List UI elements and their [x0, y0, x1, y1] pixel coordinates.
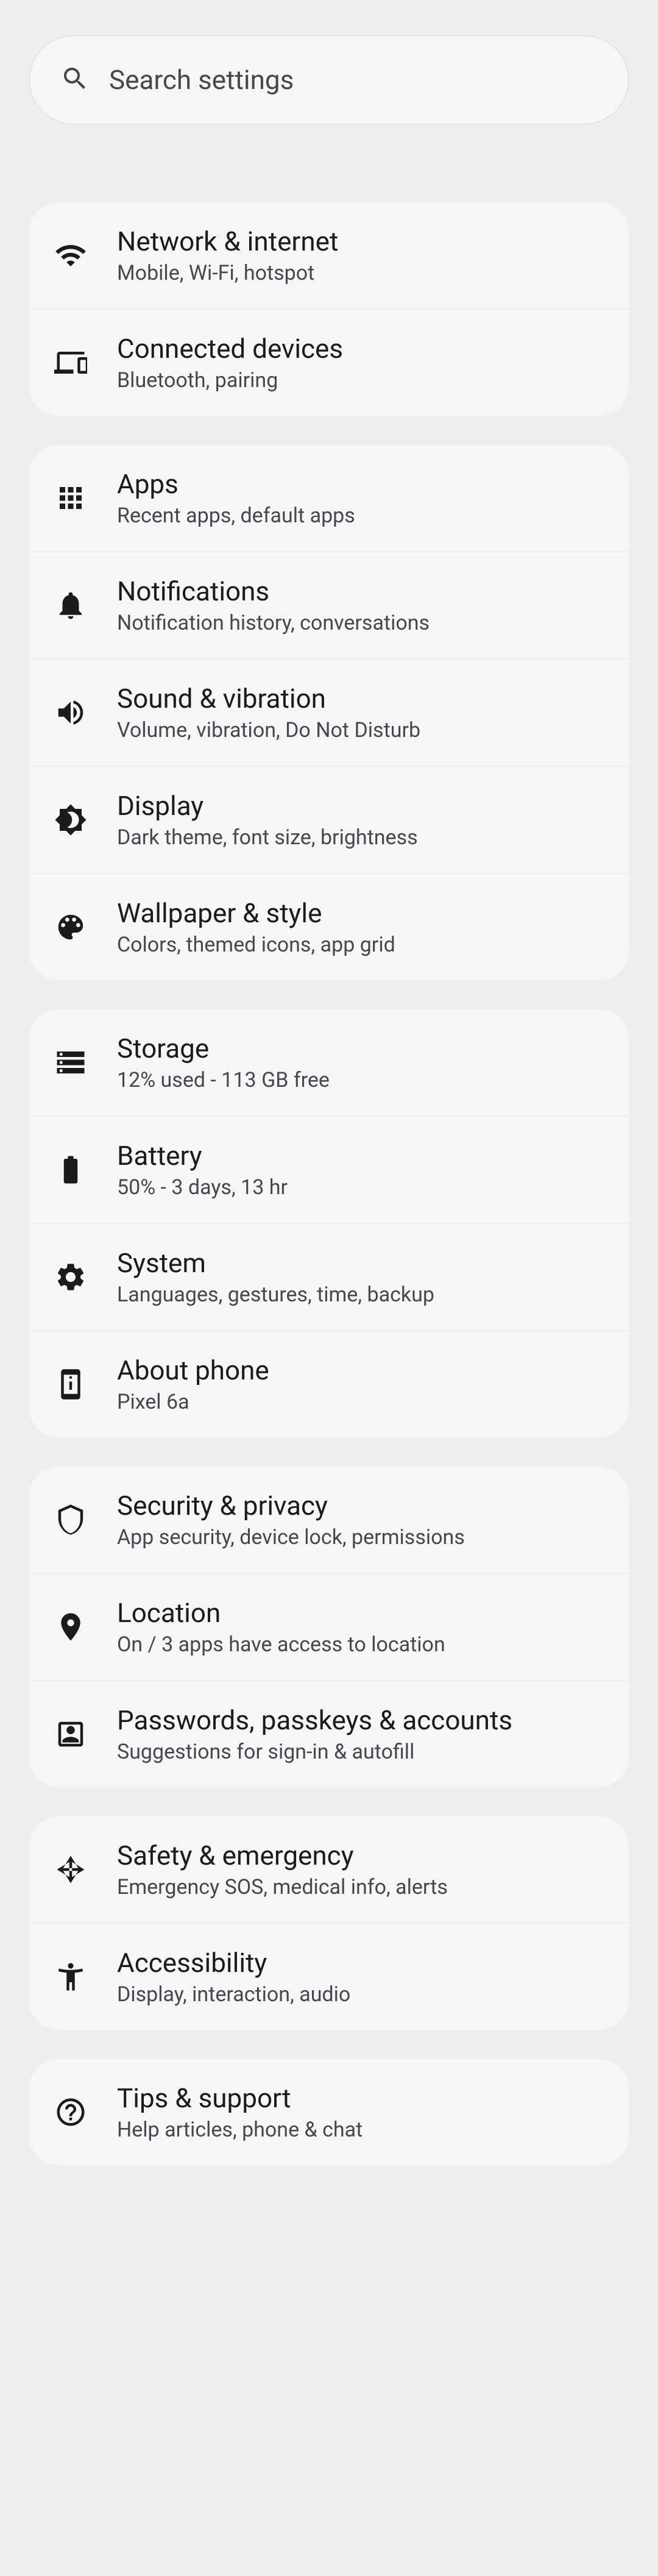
wallpaper-item[interactable]: Wallpaper & style Colors, themed icons, … [29, 874, 629, 980]
item-text: Network & internet Mobile, Wi-Fi, hotspo… [117, 226, 604, 285]
help-icon [54, 2095, 88, 2129]
item-subtitle: Suggestions for sign-in & autofill [117, 1740, 604, 1764]
item-text: Battery 50% - 3 days, 13 hr [117, 1140, 604, 1200]
accessibility-item[interactable]: Accessibility Display, interaction, audi… [29, 1924, 629, 2030]
connected-devices-item[interactable]: Connected devices Bluetooth, pairing [29, 310, 629, 416]
item-text: Tips & support Help articles, phone & ch… [117, 2082, 604, 2142]
apps-icon [54, 481, 88, 515]
system-item[interactable]: System Languages, gestures, time, backup [29, 1224, 629, 1331]
item-subtitle: Bluetooth, pairing [117, 368, 604, 393]
settings-group: Tips & support Help articles, phone & ch… [29, 2059, 629, 2165]
about-phone-item[interactable]: About phone Pixel 6a [29, 1331, 629, 1437]
item-subtitle: 12% used - 113 GB free [117, 1068, 604, 1092]
search-bar[interactable]: Search settings [29, 35, 629, 124]
settings-group: Network & internet Mobile, Wi-Fi, hotspo… [29, 202, 629, 416]
item-title: Display [117, 790, 604, 822]
item-text: Apps Recent apps, default apps [117, 468, 604, 528]
settings-group: Safety & emergency Emergency SOS, medica… [29, 1816, 629, 2030]
item-subtitle: Colors, themed icons, app grid [117, 933, 604, 957]
item-title: Accessibility [117, 1947, 604, 1979]
item-subtitle: Volume, vibration, Do Not Disturb [117, 718, 604, 742]
item-subtitle: App security, device lock, permissions [117, 1525, 604, 1550]
item-subtitle: Help articles, phone & chat [117, 2118, 604, 2142]
devices-icon [54, 346, 88, 380]
item-title: System [117, 1247, 604, 1279]
item-title: About phone [117, 1354, 604, 1386]
item-subtitle: Mobile, Wi-Fi, hotspot [117, 261, 604, 285]
item-text: Accessibility Display, interaction, audi… [117, 1947, 604, 2007]
item-subtitle: Display, interaction, audio [117, 1982, 604, 2007]
wifi-icon [54, 238, 88, 272]
item-text: Sound & vibration Volume, vibration, Do … [117, 683, 604, 742]
display-item[interactable]: Display Dark theme, font size, brightnes… [29, 767, 629, 874]
tips-item[interactable]: Tips & support Help articles, phone & ch… [29, 2059, 629, 2165]
item-text: Wallpaper & style Colors, themed icons, … [117, 897, 604, 957]
gear-icon [54, 1260, 88, 1294]
item-title: Safety & emergency [117, 1840, 604, 1871]
item-subtitle: 50% - 3 days, 13 hr [117, 1175, 604, 1200]
item-subtitle: Languages, gestures, time, backup [117, 1283, 604, 1307]
search-icon [60, 64, 90, 96]
battery-icon [54, 1153, 88, 1187]
item-text: System Languages, gestures, time, backup [117, 1247, 604, 1307]
item-subtitle: Pixel 6a [117, 1390, 604, 1414]
item-subtitle: On / 3 apps have access to location [117, 1632, 604, 1657]
item-title: Wallpaper & style [117, 897, 604, 929]
item-text: Storage 12% used - 113 GB free [117, 1033, 604, 1092]
storage-item[interactable]: Storage 12% used - 113 GB free [29, 1009, 629, 1117]
security-item[interactable]: Security & privacy App security, device … [29, 1467, 629, 1574]
bell-icon [54, 588, 88, 622]
item-title: Storage [117, 1033, 604, 1064]
apps-item[interactable]: Apps Recent apps, default apps [29, 445, 629, 552]
item-title: Security & privacy [117, 1490, 604, 1521]
sound-item[interactable]: Sound & vibration Volume, vibration, Do … [29, 660, 629, 767]
item-subtitle: Recent apps, default apps [117, 503, 604, 528]
item-title: Battery [117, 1140, 604, 1172]
account-box-icon [54, 1717, 88, 1751]
palette-icon [54, 910, 88, 944]
volume-icon [54, 696, 88, 730]
item-text: Connected devices Bluetooth, pairing [117, 333, 604, 393]
item-title: Network & internet [117, 226, 604, 257]
item-title: Sound & vibration [117, 683, 604, 714]
item-text: Passwords, passkeys & accounts Suggestio… [117, 1704, 604, 1764]
location-icon [54, 1610, 88, 1644]
item-text: Notifications Notification history, conv… [117, 575, 604, 635]
item-text: Location On / 3 apps have access to loca… [117, 1597, 604, 1657]
phone-info-icon [54, 1367, 88, 1401]
shield-icon [54, 1503, 88, 1537]
item-subtitle: Notification history, conversations [117, 611, 604, 635]
location-item[interactable]: Location On / 3 apps have access to loca… [29, 1574, 629, 1681]
item-text: Display Dark theme, font size, brightnes… [117, 790, 604, 850]
passwords-item[interactable]: Passwords, passkeys & accounts Suggestio… [29, 1681, 629, 1787]
item-title: Location [117, 1597, 604, 1629]
item-title: Notifications [117, 575, 604, 607]
item-title: Apps [117, 468, 604, 500]
battery-item[interactable]: Battery 50% - 3 days, 13 hr [29, 1117, 629, 1224]
item-title: Connected devices [117, 333, 604, 365]
brightness-icon [54, 803, 88, 837]
settings-group: Storage 12% used - 113 GB free Battery 5… [29, 1009, 629, 1437]
item-text: Security & privacy App security, device … [117, 1490, 604, 1550]
settings-group: Apps Recent apps, default apps Notificat… [29, 445, 629, 980]
item-text: Safety & emergency Emergency SOS, medica… [117, 1840, 604, 1899]
settings-group: Security & privacy App security, device … [29, 1467, 629, 1787]
item-text: About phone Pixel 6a [117, 1354, 604, 1414]
safety-item[interactable]: Safety & emergency Emergency SOS, medica… [29, 1816, 629, 1924]
item-title: Passwords, passkeys & accounts [117, 1704, 604, 1736]
network-internet-item[interactable]: Network & internet Mobile, Wi-Fi, hotspo… [29, 202, 629, 310]
accessibility-icon [54, 1960, 88, 1994]
item-subtitle: Dark theme, font size, brightness [117, 825, 604, 850]
item-subtitle: Emergency SOS, medical info, alerts [117, 1875, 604, 1899]
search-placeholder: Search settings [109, 64, 294, 96]
emergency-icon [54, 1852, 88, 1887]
notifications-item[interactable]: Notifications Notification history, conv… [29, 552, 629, 660]
storage-icon [54, 1045, 88, 1080]
item-title: Tips & support [117, 2082, 604, 2114]
